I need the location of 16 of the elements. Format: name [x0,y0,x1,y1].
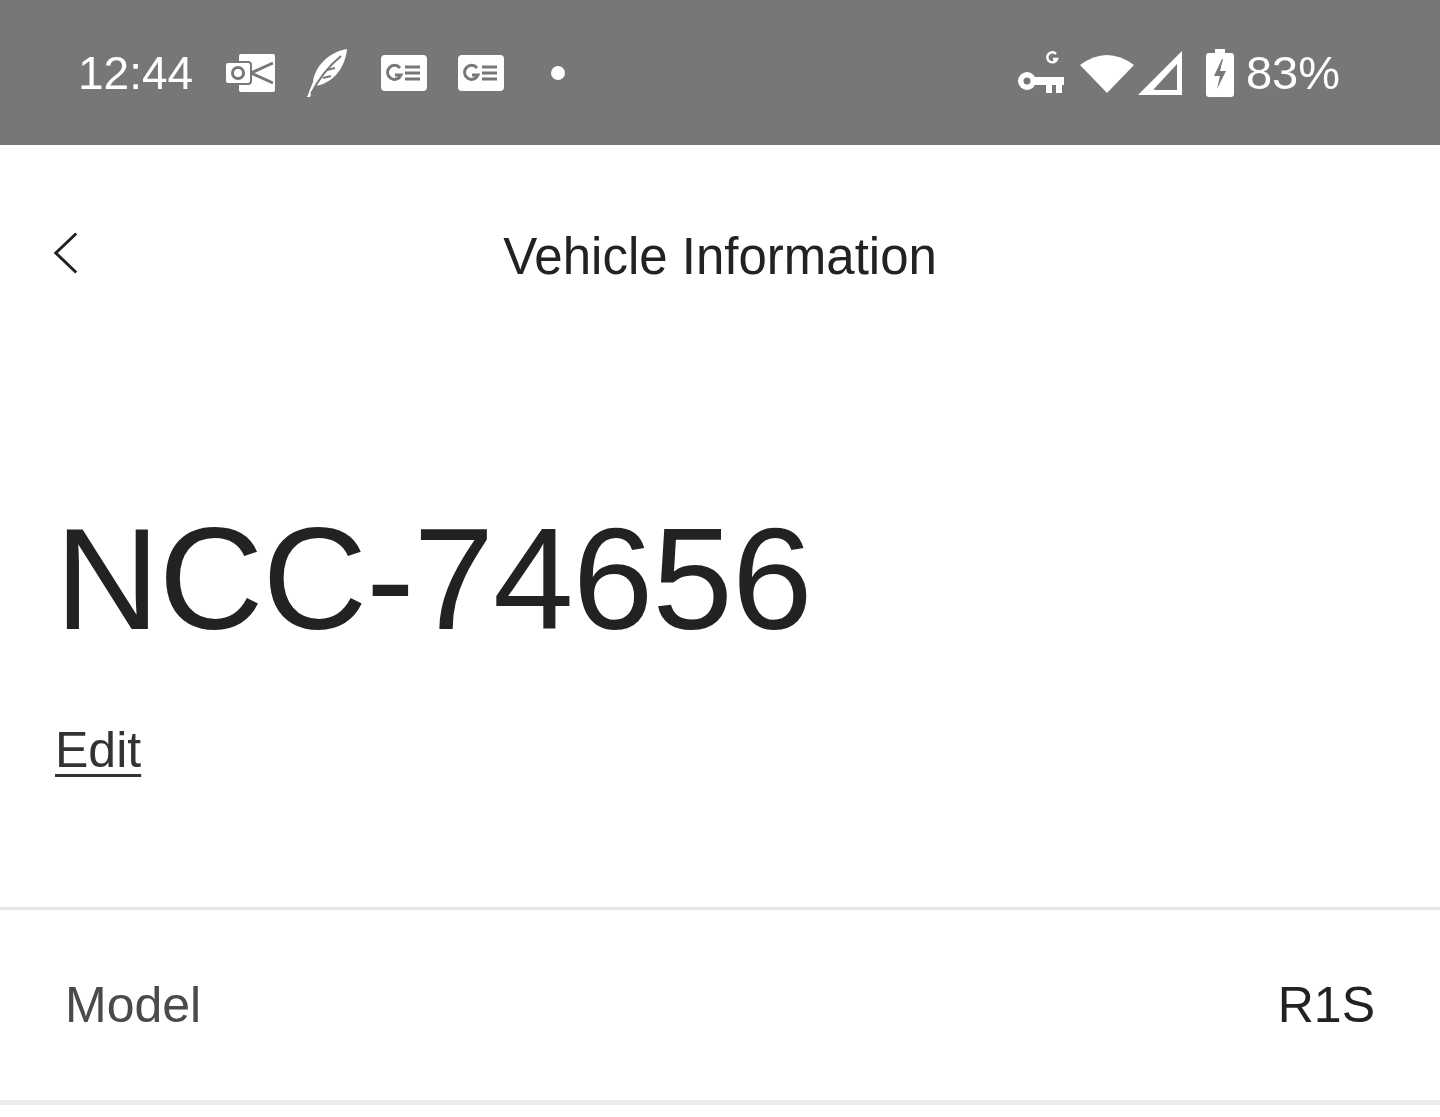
battery-charging-icon [1205,48,1234,97]
signal-icon [1137,50,1182,95]
status-time: 12:44 [78,49,194,96]
vehicle-name: NCC-74656 [55,497,812,662]
news-tile-icon [381,54,428,91]
news-tile-icon [458,54,505,91]
detail-value: R1S [1277,976,1375,1034]
battery-percent: 83% [1245,49,1340,96]
edit-link[interactable]: Edit [55,720,142,780]
detail-label: Model [65,976,202,1034]
page-title: Vehicle Information [503,227,937,287]
envelope-icon [225,53,276,92]
notification-dot-icon [551,65,566,80]
wifi-icon [1079,52,1134,93]
chevron-left-icon [53,230,79,276]
feather-icon [305,47,350,98]
